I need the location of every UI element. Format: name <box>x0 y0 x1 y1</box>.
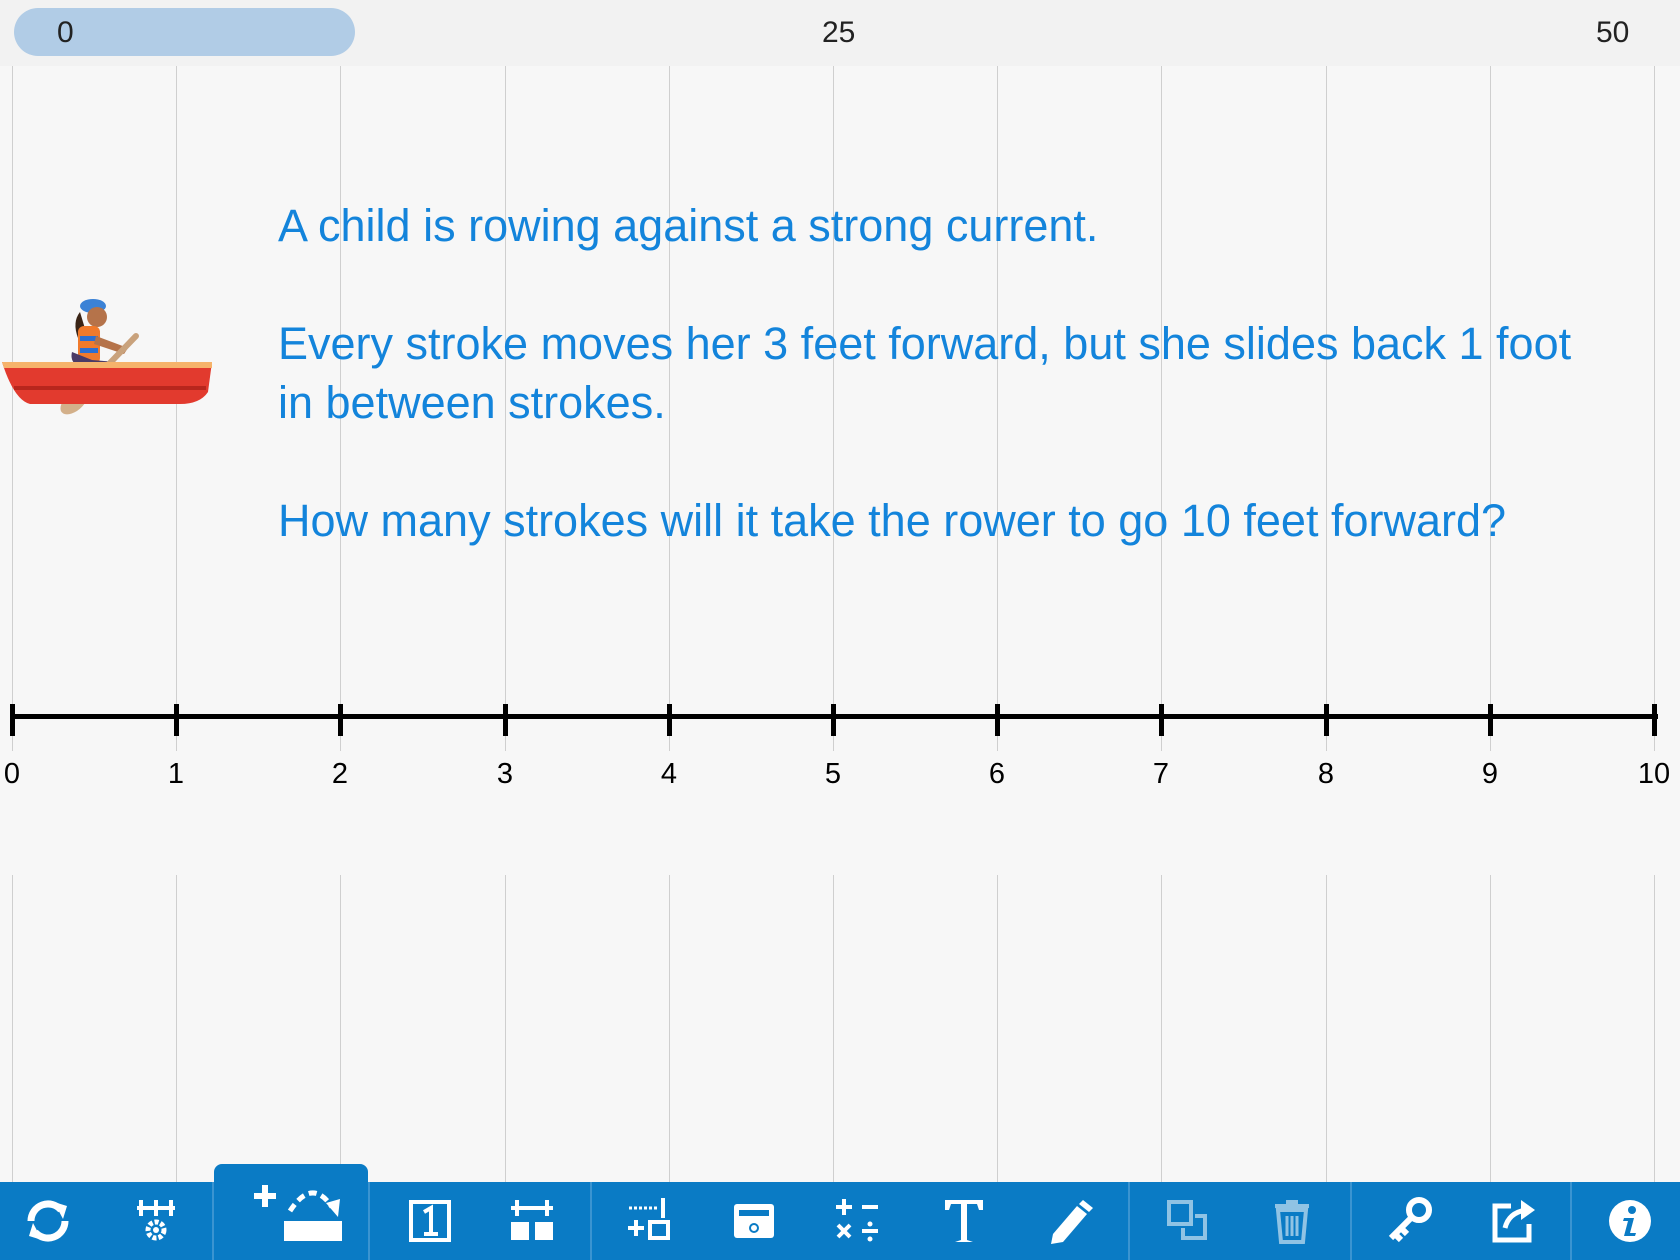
pencil-icon <box>1051 1200 1093 1244</box>
add-jump-button[interactable] <box>214 1164 368 1260</box>
text-button[interactable] <box>926 1182 1002 1260</box>
tick-label: 9 <box>1481 758 1499 790</box>
trash-icon <box>1275 1200 1309 1244</box>
tick-mark <box>1488 704 1493 736</box>
tick-label: 0 <box>3 758 21 790</box>
gridline <box>12 66 13 1182</box>
hide-box-button[interactable] <box>716 1182 792 1260</box>
number-box-icon <box>409 1200 451 1242</box>
key-button[interactable] <box>1372 1182 1448 1260</box>
tick-mark <box>503 704 508 736</box>
operations-button[interactable] <box>820 1182 896 1260</box>
toolbar-separator <box>1350 1182 1352 1260</box>
problem-text[interactable]: A child is rowing against a strong curre… <box>278 196 1608 609</box>
tick-label: 4 <box>660 758 678 790</box>
duplicate-icon <box>1167 1200 1207 1240</box>
rowboat-icon <box>2 299 212 415</box>
tick-mark <box>667 704 672 736</box>
bottom-toolbar <box>0 1164 1680 1260</box>
rowboat-image[interactable] <box>0 292 220 427</box>
bars-icon <box>511 1200 553 1240</box>
tick-mark <box>1652 704 1657 736</box>
tick-label: 7 <box>1152 758 1170 790</box>
refresh-icon <box>27 1200 69 1242</box>
tick-label: 1 <box>167 758 185 790</box>
tick-label: 3 <box>496 758 514 790</box>
duplicate-button[interactable] <box>1150 1182 1226 1260</box>
toolbar-separator <box>1128 1182 1130 1260</box>
tick-label: 10 <box>1637 758 1671 790</box>
key-icon <box>1388 1197 1432 1243</box>
hide-box-icon <box>734 1204 774 1238</box>
range-max-label: 50 <box>1596 16 1630 49</box>
problem-line-1: A child is rowing against a strong curre… <box>278 200 1099 251</box>
number-line-canvas[interactable]: A child is rowing against a strong curre… <box>0 66 1680 1182</box>
equation-icon <box>628 1198 670 1240</box>
tick-label: 6 <box>988 758 1006 790</box>
tick-mark <box>1159 704 1164 736</box>
tick-mark <box>1324 704 1329 736</box>
add-jump-icon <box>254 1185 342 1241</box>
toolbar-separator <box>590 1182 592 1260</box>
number-line-settings-button[interactable] <box>118 1182 194 1260</box>
tick-label: 5 <box>824 758 842 790</box>
tick-label: 2 <box>331 758 349 790</box>
text-icon <box>945 1200 983 1242</box>
number-line-settings-icon <box>137 1200 175 1241</box>
number-box-button[interactable] <box>392 1182 468 1260</box>
refresh-button[interactable] <box>10 1182 86 1260</box>
range-slider[interactable]: 0 25 50 <box>0 0 1680 66</box>
tick-mark <box>831 704 836 736</box>
bars-button[interactable] <box>494 1182 570 1260</box>
trash-button[interactable] <box>1254 1182 1330 1260</box>
pencil-button[interactable] <box>1032 1182 1108 1260</box>
operations-icon <box>836 1199 878 1242</box>
share-icon <box>1492 1200 1535 1243</box>
range-min-label: 0 <box>57 16 74 49</box>
tick-mark <box>174 704 179 736</box>
tick-label: 8 <box>1317 758 1335 790</box>
toolbar-separator <box>368 1182 370 1260</box>
gridline <box>176 66 177 1182</box>
gridline <box>1654 66 1655 1182</box>
info-button[interactable] <box>1592 1182 1668 1260</box>
problem-line-2: Every stroke moves her 3 feet forward, b… <box>278 318 1572 428</box>
share-button[interactable] <box>1476 1182 1552 1260</box>
toolbar-separator <box>1570 1182 1572 1260</box>
info-icon <box>1609 1200 1651 1242</box>
range-mid-label: 25 <box>822 16 856 49</box>
tick-mark <box>10 704 15 736</box>
problem-line-3: How many strokes will it take the rower … <box>278 495 1507 546</box>
tick-mark <box>995 704 1000 736</box>
equation-button[interactable] <box>612 1182 688 1260</box>
tick-mark <box>338 704 343 736</box>
